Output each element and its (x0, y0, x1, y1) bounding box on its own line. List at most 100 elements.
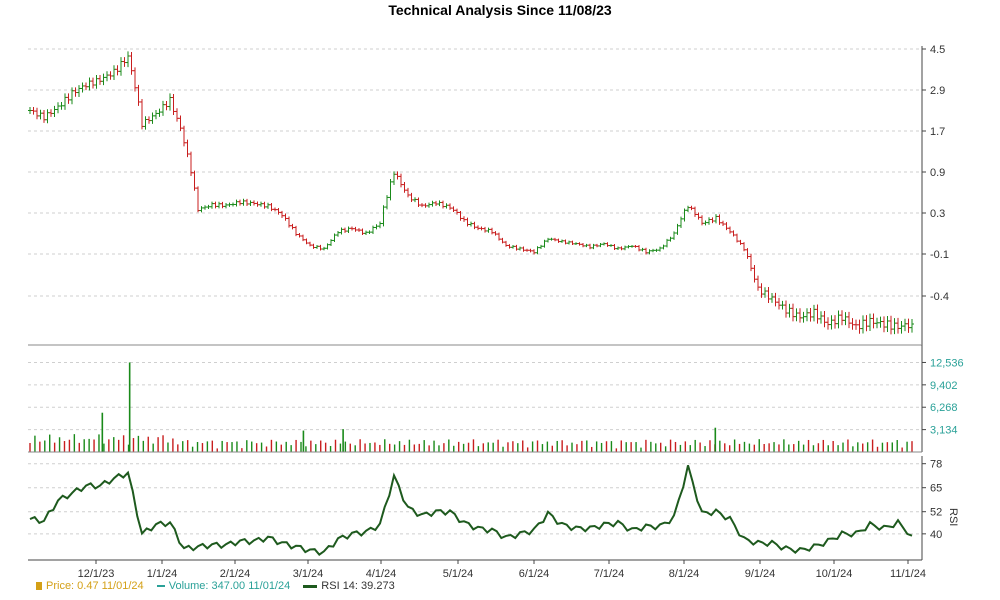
volume-bar (68, 439, 71, 452)
volume-bar (448, 439, 450, 452)
volume-bar (876, 446, 879, 452)
volume-bar (182, 441, 184, 452)
volume-bar (783, 439, 785, 452)
volume-bar (324, 442, 327, 452)
volume-bar (847, 439, 849, 452)
x-tick-label: 2/1/24 (220, 568, 251, 580)
volume-gridlines (28, 361, 922, 431)
volume-bar (768, 443, 770, 452)
volume-bar (645, 439, 647, 452)
legend-price-text: Price: 0.47 11/01/24 (46, 580, 144, 592)
volume-bar (852, 446, 854, 452)
volume-bar (541, 444, 544, 452)
volume-bar (88, 438, 90, 452)
volume-spike-bar (302, 430, 305, 452)
volume-tick-label: 6,268 (930, 402, 958, 414)
volume-bar (699, 442, 701, 452)
x-tick-label: 11/1/24 (890, 568, 926, 580)
volume-bar (842, 442, 844, 452)
price-tick-label: 4.5 (930, 44, 945, 56)
legend-volume-text: Volume: 347.00 11/01/24 (168, 580, 291, 592)
volume-bar (246, 440, 248, 452)
volume-bar (142, 440, 145, 452)
volume-bar (822, 439, 825, 452)
volume-bar (108, 439, 110, 452)
volume-bar (911, 441, 913, 452)
volume-bar (664, 446, 667, 452)
volume-bar (477, 446, 480, 452)
volume-bar (369, 442, 371, 452)
x-tick-label: 5/1/24 (443, 568, 474, 580)
volume-bar (832, 440, 834, 452)
volume-bar (679, 444, 682, 452)
volume-bar (605, 441, 608, 452)
volume-bar (576, 444, 578, 452)
legend-rsi: RSI 14: 39.273 (303, 580, 395, 592)
volume-bar (49, 434, 51, 452)
volume-spike-bar (128, 362, 131, 452)
rsi-swatch-icon (303, 584, 318, 588)
volume-bar (438, 445, 440, 452)
volume-bar (443, 443, 445, 452)
x-tick-label: 10/1/24 (816, 568, 853, 580)
volume-bar (408, 439, 411, 452)
volume-bar (157, 437, 159, 452)
volume-bar (196, 441, 199, 452)
volume-bar (620, 440, 622, 452)
volume-bar (226, 442, 228, 452)
price-tick-labels: 4.5 2.9 1.7 0.9 0.3 -0.1 -0.4 (922, 44, 949, 303)
volume-bar (694, 439, 696, 452)
volume-bar (615, 448, 618, 452)
volume-bar (546, 441, 549, 452)
volume-bar (132, 438, 135, 452)
volume-bar (44, 440, 46, 452)
volume-bar (802, 444, 805, 452)
volume-bar (487, 442, 489, 452)
volume-bar (536, 440, 539, 452)
x-tick-label: 9/1/24 (745, 568, 776, 580)
volume-bar (773, 442, 775, 452)
volume-bar (640, 447, 642, 452)
volume-bar (117, 439, 120, 452)
volume-bar (738, 443, 741, 452)
legend-volume: Volume: 347.00 11/01/24 (156, 580, 294, 592)
volume-bar (103, 443, 105, 452)
volume-bar (403, 444, 406, 452)
volume-bar (793, 444, 795, 452)
volume-bar (763, 444, 765, 452)
rsi-panel: 78 65 52 40 RSI (28, 456, 959, 560)
volume-bar (265, 446, 268, 452)
volume-bar (211, 440, 214, 452)
volume-bar (600, 442, 603, 452)
volume-bar (167, 442, 169, 452)
x-tick-label: 12/1/23 (78, 568, 115, 580)
legend-price: Price: 0.47 11/01/24 (36, 580, 147, 592)
volume-bar (472, 439, 475, 452)
volume-bar (778, 444, 780, 452)
volume-bar (886, 442, 889, 452)
legend-rsi-text: RSI 14: 39.273 (321, 580, 395, 592)
volume-bar (482, 443, 485, 452)
rsi-tick-label: 65 (930, 483, 942, 495)
volume-tick-label: 3,134 (930, 425, 958, 437)
volume-bar (728, 445, 731, 452)
volume-bar (388, 443, 391, 452)
x-tick-label: 8/1/24 (669, 568, 700, 580)
volume-bar (58, 437, 61, 452)
volume-bar (862, 443, 864, 452)
volume-bar (551, 445, 554, 452)
volume-bar (704, 446, 706, 452)
volume-bar (29, 443, 31, 452)
volume-bar (216, 448, 218, 452)
volume-bar (561, 440, 563, 452)
volume-tick-label: 9,402 (930, 380, 958, 392)
volume-bar (339, 443, 342, 452)
volume-bar (866, 442, 869, 452)
volume-bar (334, 439, 337, 452)
volume-bar (270, 439, 273, 452)
volume-bar (53, 442, 56, 452)
volume-bar (428, 445, 430, 452)
price-tick-label: 0.9 (930, 167, 945, 179)
volume-bar (398, 441, 401, 452)
volume-bar (871, 439, 874, 452)
